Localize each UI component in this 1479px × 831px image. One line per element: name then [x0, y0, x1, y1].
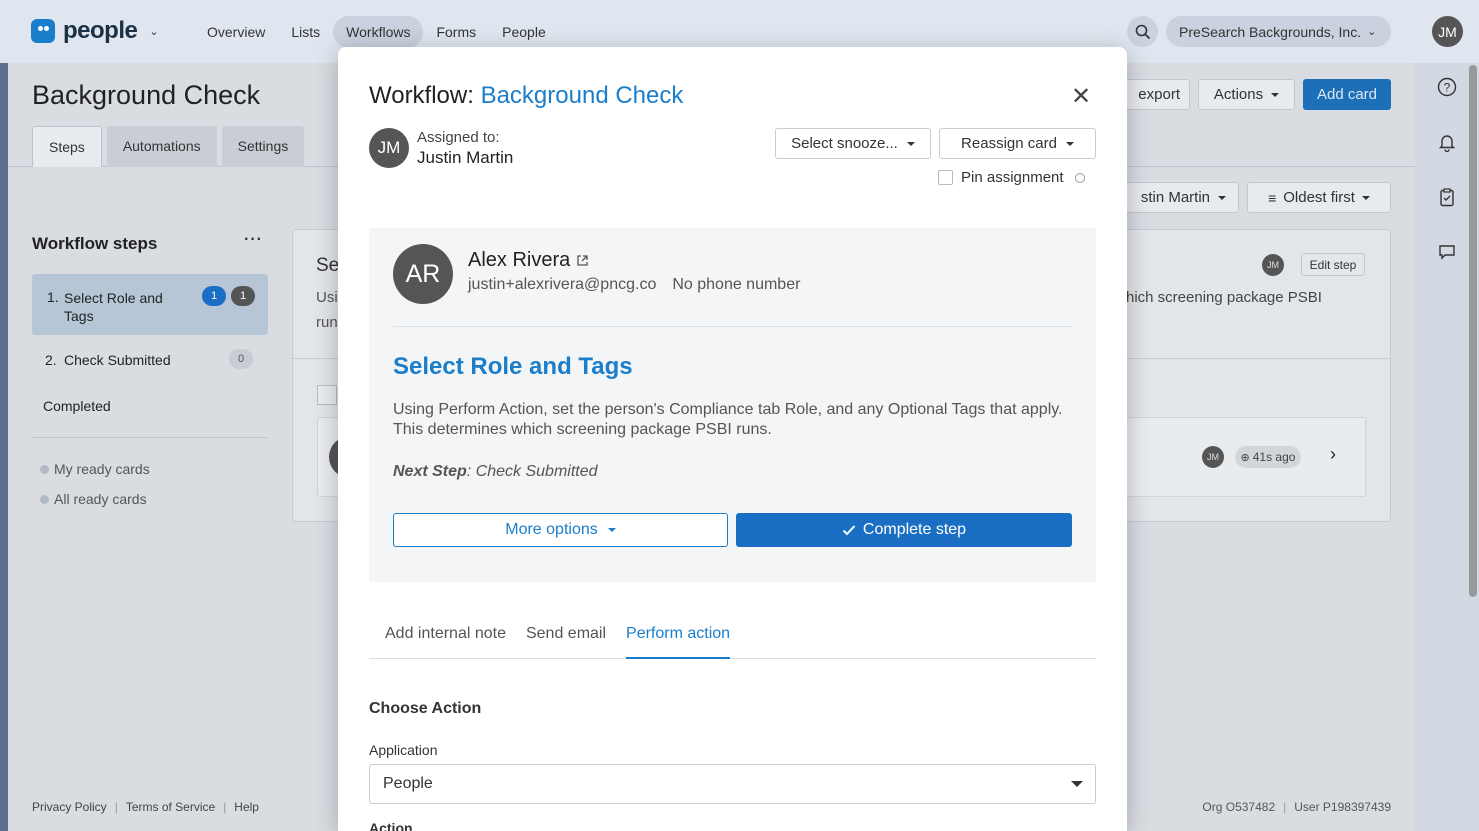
- pin-assignment[interactable]: Pin assignment: [938, 169, 1085, 186]
- caret-down-icon: [1071, 781, 1083, 787]
- divider: [393, 326, 1072, 327]
- more-options-button[interactable]: More options: [393, 513, 728, 547]
- tab-add-internal-note[interactable]: Add internal note: [385, 619, 506, 659]
- person-contact: justin+alexrivera@pncg.co No phone numbe…: [468, 276, 800, 294]
- snooze-dropdown[interactable]: Select snooze...: [775, 128, 931, 159]
- tab-send-email[interactable]: Send email: [526, 619, 606, 659]
- checkmark-icon: [842, 525, 856, 536]
- step-title: Select Role and Tags: [393, 353, 633, 380]
- application-value: People: [383, 775, 433, 792]
- next-step: Next Step: Check Submitted: [393, 463, 598, 481]
- external-link-icon: [577, 255, 588, 266]
- reassign-label: Reassign card: [961, 135, 1057, 152]
- caret-down-icon: [906, 141, 915, 146]
- snooze-label: Select snooze...: [791, 135, 898, 152]
- pin-assignment-checkbox[interactable]: [938, 170, 953, 185]
- person-name: Alex Rivera: [468, 249, 571, 271]
- application-select[interactable]: People: [369, 764, 1096, 804]
- assigned-to-label: Assigned to:: [417, 129, 500, 146]
- person-phone: No phone number: [672, 276, 801, 293]
- step-description: Using Perform Action, set the person's C…: [393, 401, 1063, 438]
- info-icon[interactable]: [1074, 172, 1085, 183]
- action-tabs: Add internal note Send email Perform act…: [369, 619, 1096, 659]
- modal-title-prefix: Workflow:: [369, 82, 481, 109]
- caret-down-icon: [1065, 141, 1074, 146]
- person-avatar: AR: [393, 244, 453, 304]
- person-name-link[interactable]: Alex Rivera: [468, 249, 589, 272]
- caret-down-icon: [607, 528, 616, 532]
- workflow-card-modal: Workflow: Background Check ✕ JM Assigned…: [338, 47, 1127, 831]
- pin-assignment-label: Pin assignment: [961, 169, 1064, 186]
- assignee-avatar: JM: [369, 128, 409, 168]
- modal-title-workflow[interactable]: Background Check: [481, 82, 684, 109]
- modal-title: Workflow: Background Check: [369, 82, 683, 110]
- reassign-card-dropdown[interactable]: Reassign card: [939, 128, 1096, 159]
- application-label: Application: [369, 742, 438, 758]
- complete-step-button[interactable]: Complete step: [736, 513, 1072, 547]
- step-panel: AR Alex Rivera justin+alexrivera@pncg.co…: [369, 228, 1096, 582]
- complete-step-label: Complete step: [862, 521, 967, 538]
- choose-action-heading: Choose Action: [369, 700, 482, 717]
- next-step-value: : Check Submitted: [466, 463, 598, 480]
- next-step-label: Next Step: [393, 463, 467, 480]
- person-email: justin+alexrivera@pncg.co: [468, 276, 657, 293]
- tab-perform-action[interactable]: Perform action: [626, 619, 731, 659]
- action-label: Action: [369, 820, 413, 831]
- assignee-name: Justin Martin: [417, 148, 514, 167]
- more-options-label: More options: [505, 521, 598, 538]
- close-icon[interactable]: ✕: [1071, 85, 1091, 109]
